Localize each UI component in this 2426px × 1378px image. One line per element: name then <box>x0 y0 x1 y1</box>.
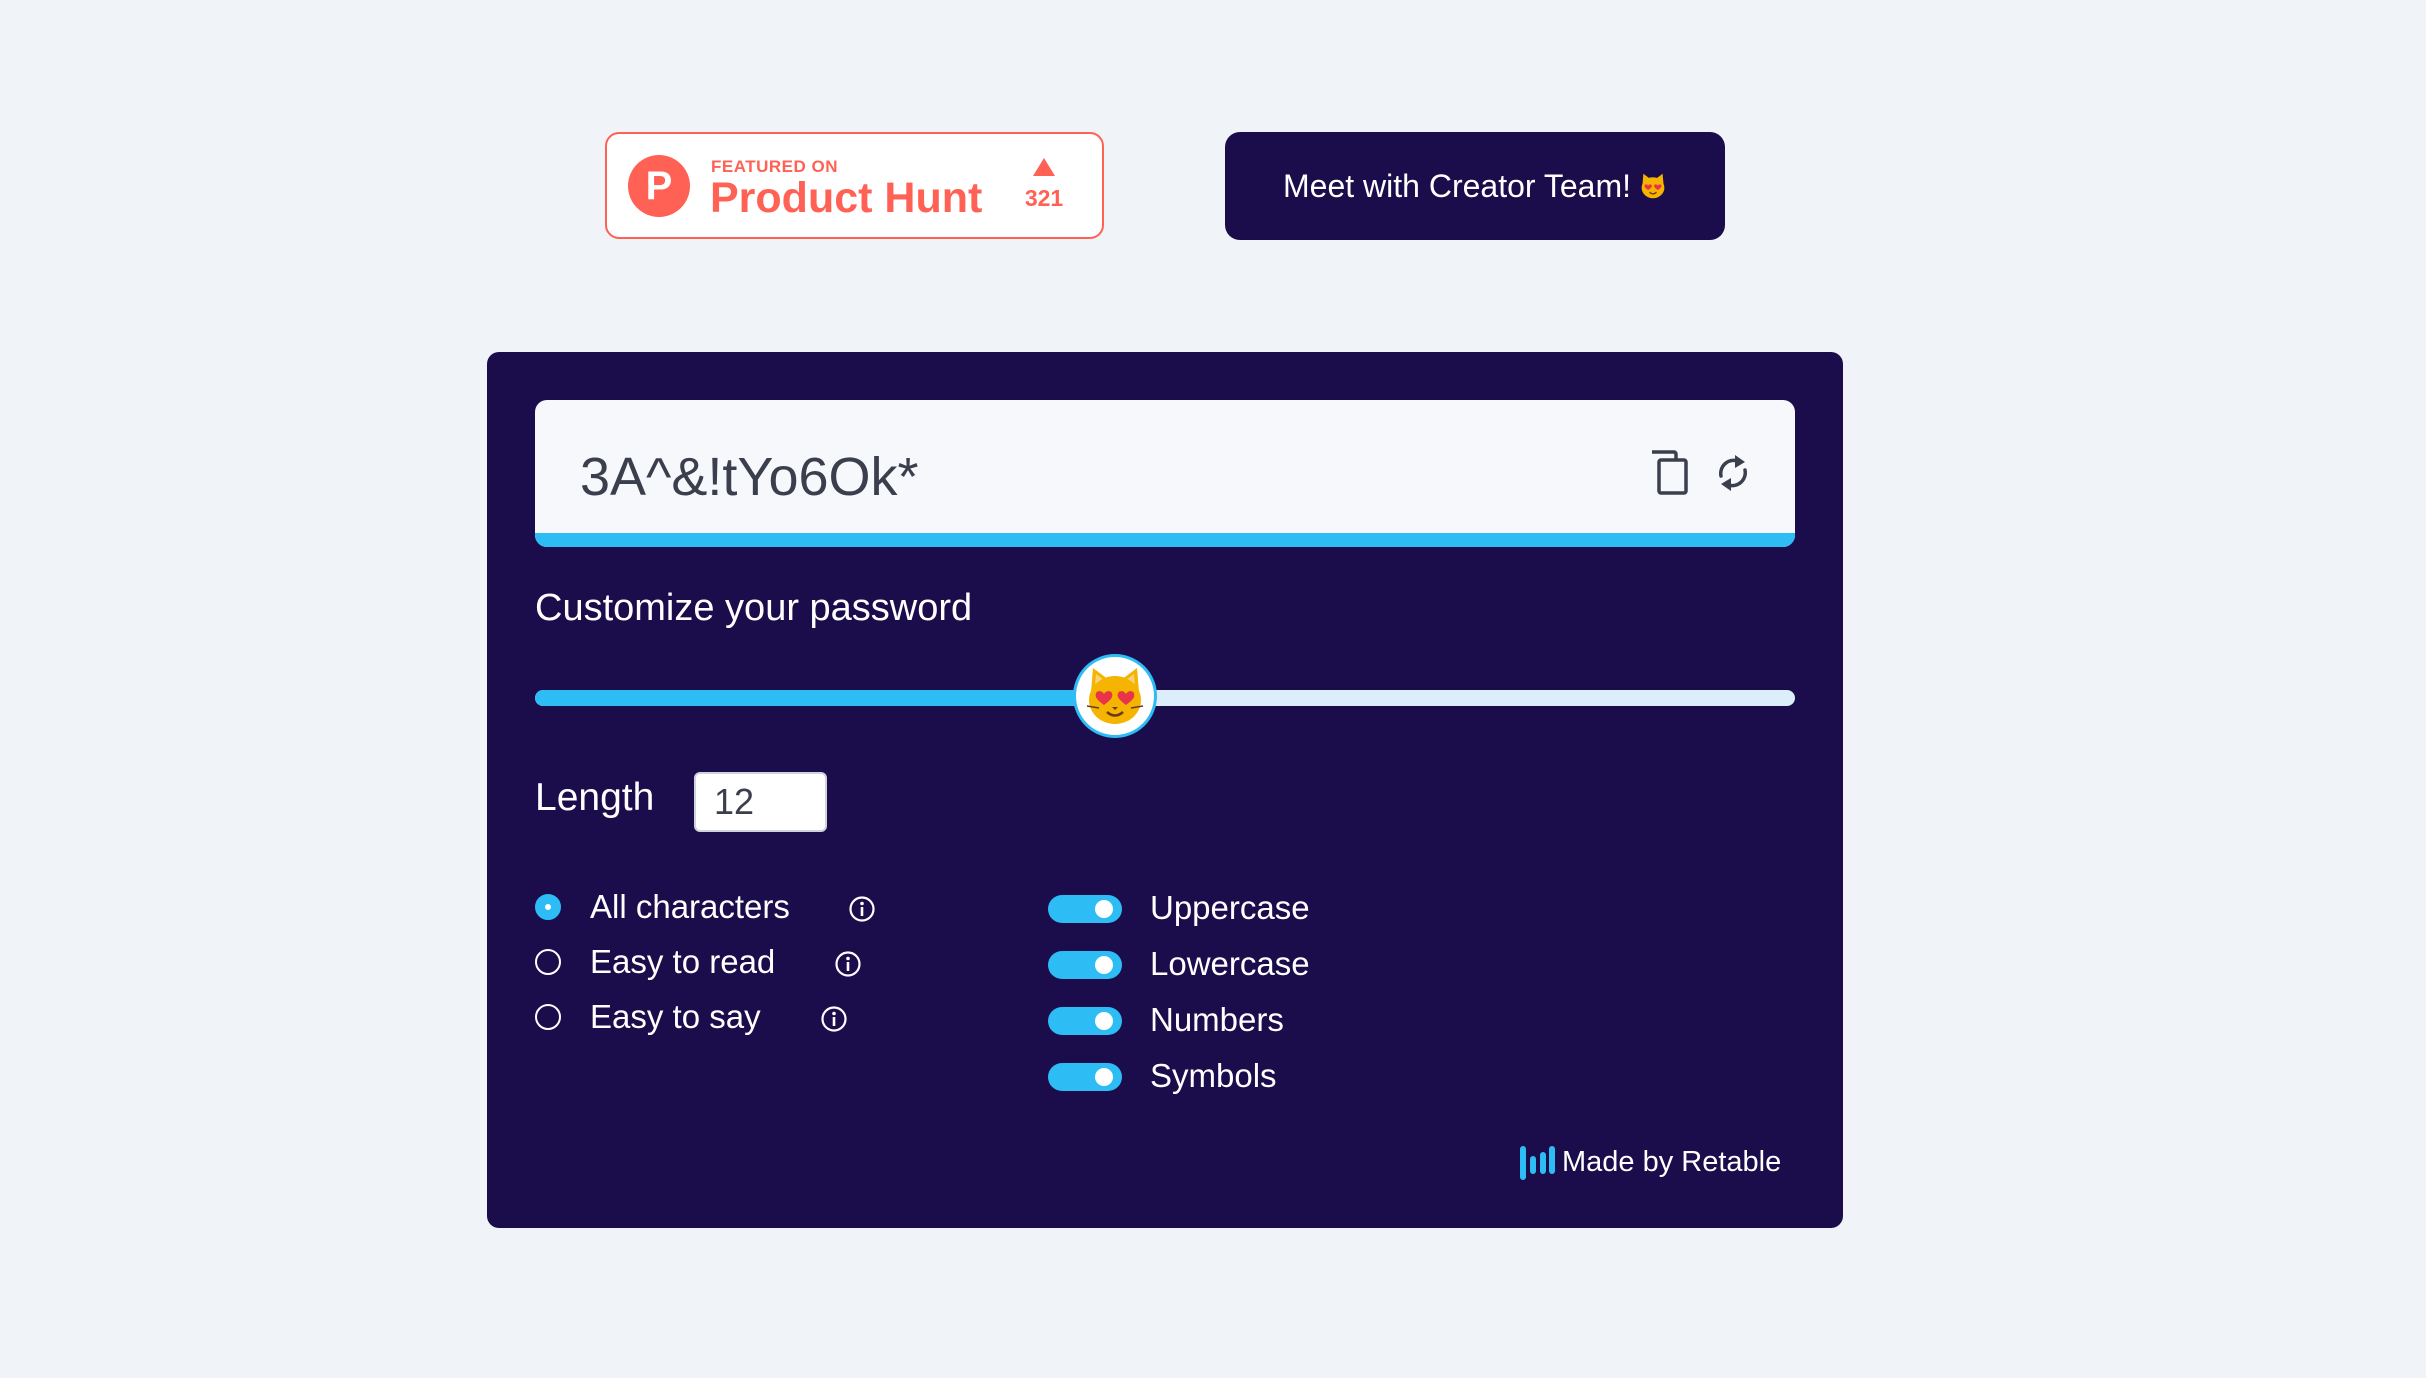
length-input[interactable] <box>694 772 827 832</box>
toggle-label: Symbols <box>1150 1057 1277 1094</box>
radio-button[interactable] <box>535 1004 561 1030</box>
product-hunt-name: Product Hunt <box>710 174 983 222</box>
mode-label: Easy to read <box>590 943 776 980</box>
generated-password[interactable]: 3A^&!tYo6Ok* <box>580 446 919 508</box>
made-by-label: Made by Retable <box>1562 1146 1782 1178</box>
length-slider-fill <box>535 690 1115 706</box>
heart-eyes-cat-icon <box>1641 173 1665 199</box>
toggle-label: Lowercase <box>1150 945 1310 982</box>
toggle-knob <box>1095 956 1113 974</box>
info-icon[interactable] <box>834 950 862 978</box>
toggle-knob <box>1095 900 1113 918</box>
length-slider-thumb[interactable] <box>1072 654 1157 738</box>
upvote-arrow-icon <box>1033 158 1055 176</box>
product-hunt-logo: P <box>628 155 690 217</box>
mode-label: All characters <box>590 888 790 925</box>
toggle-label: Numbers <box>1150 1001 1284 1038</box>
toggle-switch[interactable] <box>1048 895 1122 923</box>
product-hunt-badge[interactable]: P FEATURED ON Product Hunt 321 <box>605 132 1104 239</box>
meet-creator-team-button[interactable]: Meet with Creator Team! <box>1225 132 1725 240</box>
toggle-knob <box>1095 1012 1113 1030</box>
retable-logo-icon <box>1520 1146 1555 1180</box>
customize-title: Customize your password <box>535 587 973 629</box>
radio-button[interactable] <box>535 949 561 975</box>
toggle-switch[interactable] <box>1048 951 1122 979</box>
length-slider-track[interactable] <box>535 690 1795 706</box>
length-label: Length <box>535 776 655 819</box>
upvote-counter: 321 <box>1019 158 1069 212</box>
toggle-label: Uppercase <box>1150 889 1310 926</box>
info-icon[interactable] <box>820 1005 848 1033</box>
upvote-count: 321 <box>1024 185 1064 211</box>
password-strength-bar <box>535 533 1795 547</box>
mode-label: Easy to say <box>590 998 761 1035</box>
radio-button[interactable] <box>535 894 561 920</box>
toggle-switch[interactable] <box>1048 1063 1122 1091</box>
password-generator-card: 3A^&!tYo6Ok* Customize your password Len… <box>487 352 1843 1228</box>
info-icon[interactable] <box>848 895 876 923</box>
refresh-icon[interactable] <box>1713 452 1753 494</box>
copy-icon[interactable] <box>1648 450 1690 496</box>
password-display: 3A^&!tYo6Ok* <box>535 400 1795 547</box>
toggle-knob <box>1095 1068 1113 1086</box>
heart-eyes-cat-icon <box>1086 668 1143 724</box>
toggle-switch[interactable] <box>1048 1007 1122 1035</box>
meet-button-label: Meet with Creator Team! <box>1283 168 1631 204</box>
